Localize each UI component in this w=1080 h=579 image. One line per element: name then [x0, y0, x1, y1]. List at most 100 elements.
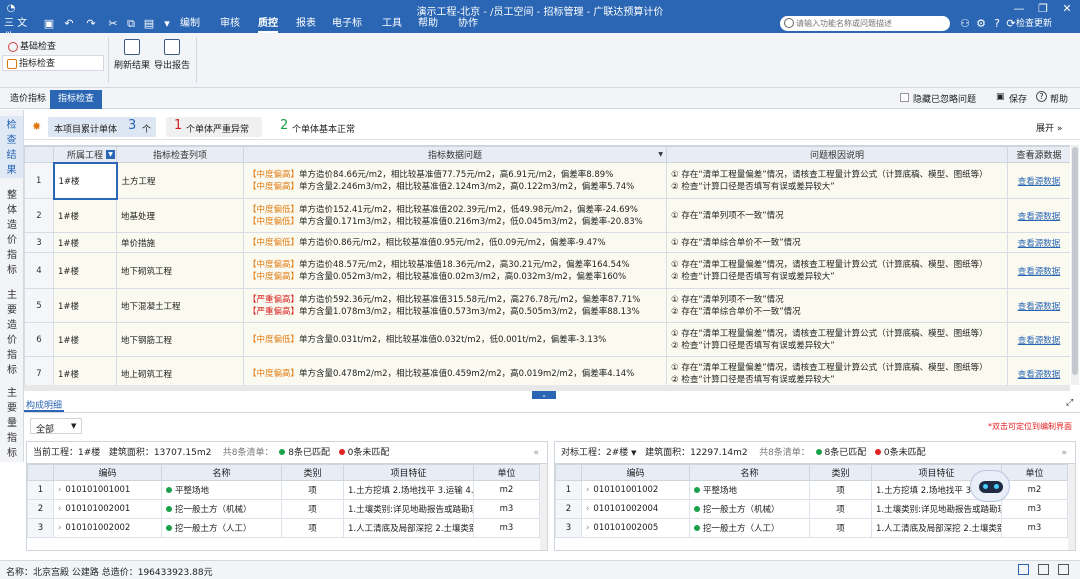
severity-tag: 【严重偏高】 [248, 306, 300, 317]
menu-collab[interactable]: 协作 [458, 17, 478, 31]
table-row[interactable]: 3 › 010101002002 挖一般土方（人工）项 1.人工清底及局部深挖 2.土壤… [27, 518, 540, 538]
view-source-link[interactable]: 查看源数据 [1007, 322, 1070, 357]
filter-icon[interactable]: ▼ [106, 150, 115, 159]
collapse-right-icon[interactable]: » [1061, 442, 1067, 464]
hide-ignored-checkbox[interactable] [900, 93, 909, 102]
issue-line: 【中度偏高】单方含量2.246m3/m2，相比较基准值2.124m3/m2，高0… [248, 181, 662, 193]
severity-tag: 【中度偏高】 [248, 181, 300, 192]
table-row[interactable]: 2 › 010101002004 挖一般土方（机械）项 1.土壤类别:详见地勘报告或踏勘… [555, 499, 1068, 519]
project-cell[interactable]: 1#楼 [53, 198, 117, 233]
table-row[interactable]: 3 1#楼 单价措施 【中度偏低】单方造价0.86元/m2，相比较基准值0.95元/m… [24, 232, 1070, 253]
table-row[interactable]: 4 1#楼 地下砌筑工程 【中度偏高】单方造价48.57元/m2，相比较基准值18.3… [24, 252, 1070, 289]
dropdown-icon[interactable]: ▼ [658, 151, 663, 158]
save-button[interactable]: 保存 [1009, 92, 1027, 105]
side-tab-main-cost[interactable]: 主要造价指标 [0, 286, 24, 378]
code-cell[interactable]: › 010101001001 [53, 480, 162, 500]
close-icon[interactable]: ✕ [1058, 1, 1076, 17]
menu-edit[interactable]: 编制 [180, 17, 200, 31]
search-box[interactable] [780, 16, 950, 31]
table-row[interactable]: 3 › 010101002005 挖一般土方（人工）项 1.人工清底及局部深挖 2.土壤… [555, 518, 1068, 538]
chevron-right-icon[interactable]: › [58, 504, 61, 514]
fullscreen-icon[interactable]: ⤢ [1066, 398, 1073, 408]
menu-review[interactable]: 审核 [220, 17, 240, 31]
view-source-link[interactable]: 查看源数据 [1007, 288, 1070, 323]
menu-e-tender[interactable]: 电子标 [332, 17, 362, 31]
left-table-scrollbar[interactable] [540, 464, 547, 550]
help-circle-icon[interactable]: ? [1036, 91, 1047, 102]
save-icon[interactable]: ▣ [40, 16, 58, 32]
header-project[interactable]: 所属工程 ▼ [53, 146, 117, 163]
project-cell[interactable]: 1#楼 [52, 161, 118, 200]
menu-report[interactable]: 报表 [296, 17, 316, 31]
filter-select[interactable]: 全部 ▼ [30, 418, 82, 435]
chevron-right-icon[interactable]: › [58, 523, 61, 533]
matched-dot-icon [815, 449, 822, 455]
lightbulb-icon: ✸ [32, 120, 42, 133]
chevron-right-icon[interactable]: › [586, 523, 589, 533]
table-row[interactable]: 1 1#楼 土方工程 【中度偏高】单方造价84.66元/m2，相比较基准值77.75元… [24, 161, 1070, 200]
export-report-button[interactable]: 导出报告 [152, 39, 192, 71]
project-cell[interactable]: 1#楼 [53, 322, 117, 357]
chevron-down-icon[interactable]: ▼ [631, 449, 636, 457]
code-cell[interactable]: › 010101002001 [53, 499, 162, 519]
right-table-scrollbar[interactable] [1068, 464, 1075, 550]
code-cell[interactable]: › 010101002005 [581, 518, 690, 538]
copy-icon[interactable]: ⧉ [122, 16, 140, 32]
file-menu[interactable]: 三 文件 [4, 17, 36, 43]
code-cell[interactable]: › 010101002004 [581, 499, 690, 519]
chevron-right-icon[interactable]: › [586, 485, 589, 495]
split-view-icon[interactable] [1038, 564, 1049, 575]
table-row[interactable]: 6 1#楼 地下钢筋工程 【中度偏低】单方含量0.031t/m2，相比较基准值0.03… [24, 322, 1070, 357]
menu-tools[interactable]: 工具 [382, 17, 402, 31]
column-header: 编码 [581, 464, 690, 481]
table-row[interactable]: 2 › 010101002001 挖一般土方（机械）项 1.土壤类别:详见地勘报告或踏勘… [27, 499, 540, 519]
tab-index-check[interactable]: 指标检查 [50, 90, 103, 109]
project-cell[interactable]: 1#楼 [53, 356, 117, 385]
help-button[interactable]: 帮助 [1050, 92, 1068, 105]
side-tab-quantity[interactable]: 主要量指标 [0, 384, 24, 459]
paste-icon[interactable]: ▤ [140, 16, 158, 32]
view-source-link[interactable]: 查看源数据 [1007, 252, 1070, 289]
view-source-link[interactable]: 查看源数据 [1007, 162, 1070, 199]
side-tab-overall-cost[interactable]: 整体造价指标 [0, 186, 24, 278]
undo-icon[interactable]: ↶ [60, 16, 78, 32]
view-source-link[interactable]: 查看源数据 [1007, 356, 1070, 385]
table-row[interactable]: 1 › 010101001001 平整场地项 1.土方挖填 2.场地找平 3.运输 4.… [27, 480, 540, 500]
check-item-cell: 地下钢筋工程 [116, 322, 244, 357]
redo-icon[interactable]: ↷ [82, 16, 100, 32]
layout-view-icon[interactable] [1018, 564, 1029, 575]
maximize-icon[interactable]: ❐ [1034, 1, 1052, 17]
assistant-robot-icon[interactable] [970, 470, 1010, 502]
menu-quality[interactable]: 质控 [258, 17, 278, 31]
expand-button[interactable]: 展开 » [1036, 121, 1062, 134]
view-source-link[interactable]: 查看源数据 [1007, 232, 1070, 253]
project-cell[interactable]: 1#楼 [53, 252, 117, 289]
main-table-scrollbar[interactable] [1071, 145, 1079, 385]
collapse-left-icon[interactable]: « [533, 442, 539, 464]
chevron-right-icon[interactable]: › [586, 504, 589, 514]
table-row[interactable]: 7 1#楼 地上砌筑工程 【中度偏高】单方含量0.478m2/m2，相比较基准值0.4… [24, 356, 1070, 385]
more-icon[interactable]: ▾ [158, 16, 176, 32]
project-cell[interactable]: 1#楼 [53, 232, 117, 253]
grid-view-icon[interactable] [1058, 564, 1069, 575]
scrollbar-thumb[interactable] [1072, 147, 1078, 375]
view-source-link[interactable]: 查看源数据 [1007, 198, 1070, 233]
header-data-issue[interactable]: 指标数据问题 ▼ [243, 146, 667, 163]
cut-icon[interactable]: ✂ [104, 16, 122, 32]
table-row[interactable]: 5 1#楼 地下混凝土工程 【严重偏高】单方造价592.36元/m2，相比较基准值31… [24, 288, 1070, 323]
chevron-right-icon[interactable]: › [58, 485, 61, 495]
tab-cost-index[interactable]: 造价指标 [2, 90, 54, 109]
refresh-results-button[interactable]: 刷新结果 [112, 39, 152, 71]
search-input[interactable] [796, 17, 946, 30]
code-cell[interactable]: › 010101001002 [581, 480, 690, 500]
project-cell[interactable]: 1#楼 [53, 288, 117, 323]
ribbon-index-check[interactable]: 指标检查 [2, 55, 104, 71]
table-row[interactable]: 2 1#楼 地基处理 【中度偏低】单方造价152.41元/m2，相比较基准值202.3… [24, 198, 1070, 233]
check-update-button[interactable]: 检查更新 [1016, 17, 1052, 31]
minimize-icon[interactable]: — [1010, 1, 1028, 17]
save-small-icon[interactable]: ▣ [996, 92, 1005, 102]
ribbon-basic-check[interactable]: 基础检查 [4, 39, 56, 55]
side-tab-results[interactable]: 检查结果 [0, 116, 23, 178]
code-cell[interactable]: › 010101002002 [53, 518, 162, 538]
menu-help[interactable]: 帮助 [418, 17, 438, 31]
